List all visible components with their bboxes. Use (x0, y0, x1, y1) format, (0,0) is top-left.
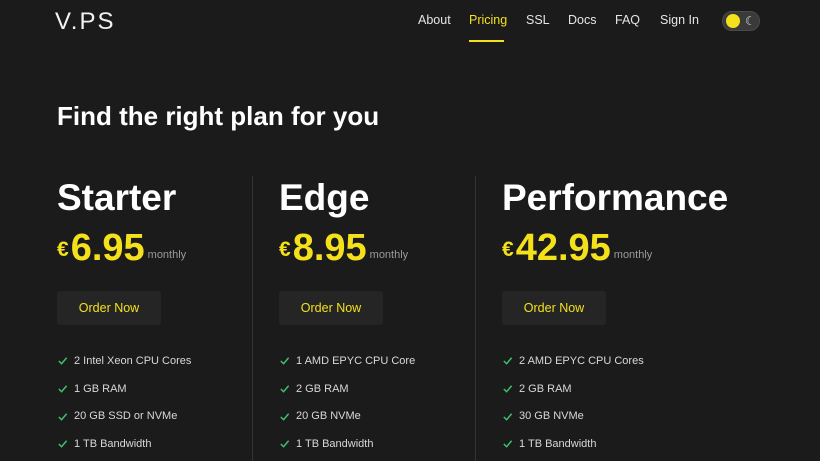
order-now-button[interactable]: Order Now (57, 291, 161, 325)
feature-label: 1 TB Bandwidth (74, 437, 152, 450)
price-amount: 42.95 (515, 227, 611, 269)
plan-price: €8.95 monthly (279, 227, 408, 273)
feature-label: 20 GB NVMe (296, 410, 361, 423)
feature-label: 1 TB Bandwidth (519, 437, 597, 450)
check-icon (503, 412, 513, 421)
feature-label: 20 GB SSD or NVMe (74, 410, 178, 423)
check-icon (280, 440, 290, 449)
feature-label: 1 AMD EPYC CPU Core (296, 354, 416, 367)
logo[interactable]: V.PS (55, 8, 116, 36)
check-icon (58, 385, 68, 393)
price-amount: 6.95 (70, 227, 145, 269)
check-icon (58, 440, 68, 449)
feature-item: 1 TB Bandwidth (57, 430, 191, 458)
plan-price: €6.95 monthly (57, 227, 186, 273)
feature-label: 30 GB NVMe (519, 410, 584, 423)
feature-item: 2 Intel Xeon CPU Cores (57, 347, 191, 375)
feature-item: 1 AMD EPYC CPU Core (279, 347, 415, 375)
check-icon (280, 412, 290, 421)
feature-list: 2 AMD EPYC CPU Cores 2 GB RAM 30 GB NVMe… (502, 347, 644, 458)
feature-list: 1 AMD EPYC CPU Core 2 GB RAM 20 GB NVMe … (279, 347, 415, 458)
plan-price: €42.95 monthly (502, 227, 652, 273)
feature-item: 20 GB NVMe (279, 402, 415, 430)
check-icon (503, 357, 513, 366)
check-icon (280, 357, 290, 366)
nav-link-about[interactable]: About (418, 13, 451, 27)
feature-item: 20 GB SSD or NVMe (57, 402, 191, 430)
plan-card-starter: Starter €6.95 monthly Order Now 2 Intel X… (57, 175, 279, 461)
check-icon (503, 440, 513, 449)
feature-label: 2 GB RAM (296, 382, 349, 395)
top-nav: V.PS About Pricing SSL Docs FAQ Sign In … (0, 0, 820, 42)
nav-link-pricing[interactable]: Pricing (469, 13, 507, 27)
order-now-button[interactable]: Order Now (502, 291, 606, 325)
plan-card-performance: Performance €42.95 monthly Order Now 2 AM… (502, 175, 762, 461)
active-nav-underline (469, 40, 504, 42)
feature-label: 2 Intel Xeon CPU Cores (74, 354, 192, 367)
nav-link-sign-in[interactable]: Sign In (660, 13, 699, 27)
currency-symbol: € (279, 238, 291, 261)
feature-label: 1 TB Bandwidth (296, 437, 374, 450)
feature-item: 2 AMD EPYC CPU Cores (502, 347, 644, 375)
billing-period: monthly (369, 249, 409, 261)
feature-label: 2 AMD EPYC CPU Cores (519, 354, 644, 367)
plan-name: Performance (502, 177, 729, 218)
check-icon (503, 385, 513, 393)
feature-item: 1 TB Bandwidth (279, 430, 415, 458)
nav-link-faq[interactable]: FAQ (615, 13, 640, 27)
nav-link-docs[interactable]: Docs (568, 13, 596, 27)
plan-name: Edge (279, 177, 370, 218)
check-icon (280, 385, 290, 393)
check-icon (58, 412, 68, 421)
feature-list: 2 Intel Xeon CPU Cores 1 GB RAM 20 GB SS… (57, 347, 191, 458)
plan-name: Starter (57, 177, 177, 218)
price-amount: 8.95 (292, 227, 367, 269)
feature-label: 1 GB RAM (74, 382, 127, 395)
pricing-page: V.PS About Pricing SSL Docs FAQ Sign In … (0, 0, 820, 461)
feature-label: 2 GB RAM (519, 382, 572, 395)
theme-toggle[interactable]: ☾ (722, 11, 760, 31)
feature-item: 2 GB RAM (279, 375, 415, 403)
plan-card-edge: Edge €8.95 monthly Order Now 1 AMD EPYC C… (279, 175, 501, 461)
sun-icon (726, 14, 740, 28)
nav-link-ssl[interactable]: SSL (526, 13, 550, 27)
billing-period: monthly (147, 249, 187, 261)
check-icon (58, 357, 68, 366)
feature-item: 1 GB RAM (57, 375, 191, 403)
currency-symbol: € (502, 238, 514, 261)
feature-item: 1 TB Bandwidth (502, 430, 644, 458)
feature-item: 30 GB NVMe (502, 402, 644, 430)
currency-symbol: € (57, 238, 69, 261)
moon-icon: ☾ (745, 14, 756, 28)
page-title: Find the right plan for you (57, 101, 380, 131)
billing-period: monthly (613, 249, 653, 261)
order-now-button[interactable]: Order Now (279, 291, 383, 325)
feature-item: 2 GB RAM (502, 375, 644, 403)
